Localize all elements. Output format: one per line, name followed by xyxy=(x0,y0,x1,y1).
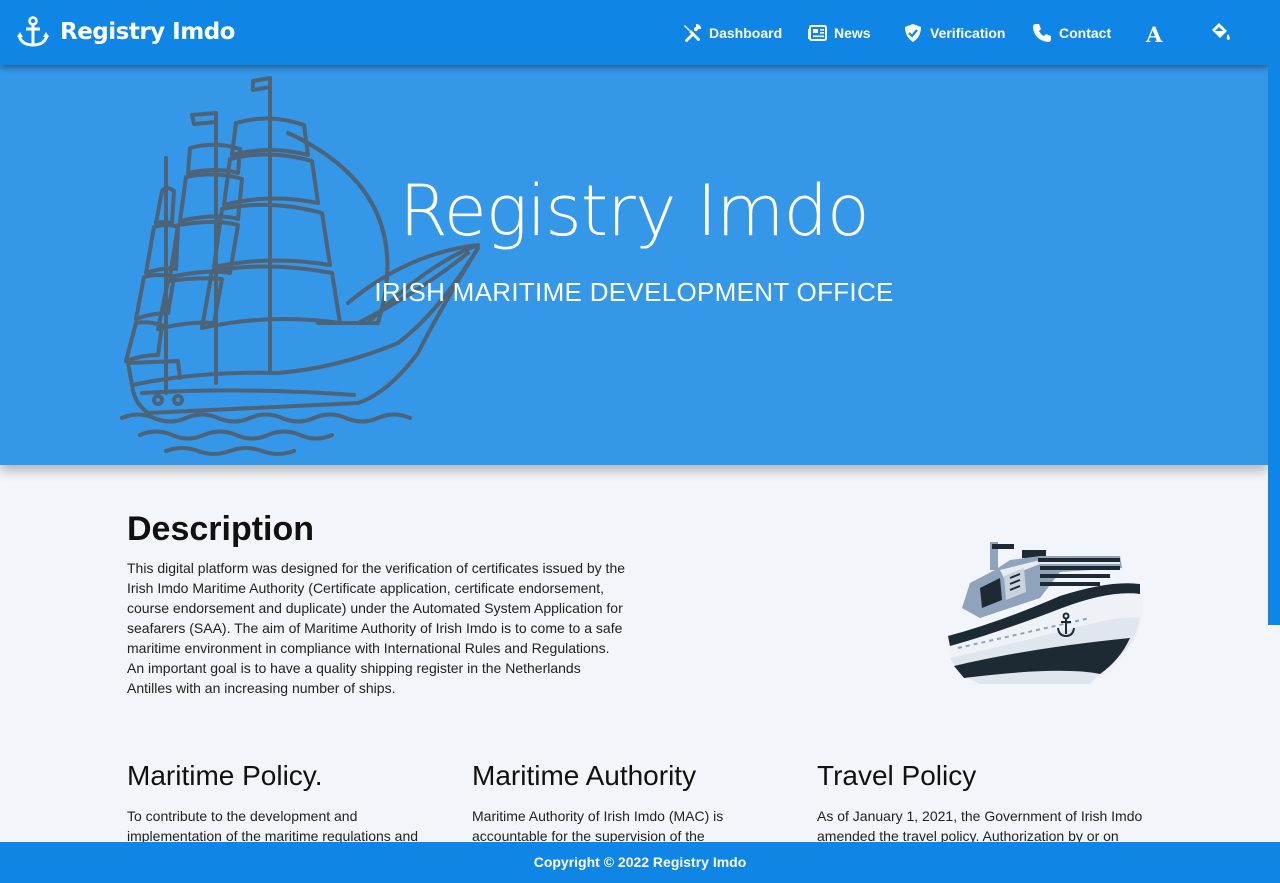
footer: Copyright © 2022 Registry Imdo xyxy=(0,842,1280,883)
nav-dashboard-label: Dashboard xyxy=(709,25,783,41)
travel-policy-section: Travel Policy As of January 1, 2021, the… xyxy=(817,760,1147,846)
hero-subtitle: IRISH MARITIME DEVELOPMENT OFFICE xyxy=(374,277,894,307)
travel-policy-text: As of January 1, 2021, the Government of… xyxy=(817,808,1143,844)
maritime-policy-title: Maritime Policy. xyxy=(127,760,323,791)
copyright-text: Copyright © 2022 Registry Imdo xyxy=(533,854,747,870)
nav-contact-label: Contact xyxy=(1059,25,1112,41)
vertical-scrollbar[interactable] xyxy=(1268,0,1280,842)
brand-link[interactable]: Registry Imdo xyxy=(16,16,235,48)
travel-policy-title: Travel Policy xyxy=(817,760,977,791)
description-text: This digital platform was designed for t… xyxy=(127,560,626,696)
nav-contact[interactable]: Contact xyxy=(1032,22,1111,44)
top-navbar: Registry Imdo Dashboard News Verificatio… xyxy=(0,0,1268,65)
description-title: Description xyxy=(127,510,315,548)
maritime-authority-text: Maritime Authority of Irish Imdo (MAC) i… xyxy=(472,808,724,844)
nav-news-label: News xyxy=(834,25,871,41)
maritime-authority-section: Maritime Authority Maritime Authority of… xyxy=(472,760,782,846)
nav-news[interactable]: News xyxy=(807,22,871,44)
maritime-policy-section: Maritime Policy. To contribute to the de… xyxy=(127,760,437,846)
nav-dashboard[interactable]: Dashboard xyxy=(682,22,782,44)
hero-title: Registry Imdo xyxy=(399,170,869,252)
nav-verification-label: Verification xyxy=(930,25,1006,41)
cruise-ship-illustration xyxy=(946,542,1144,684)
shield-check-icon xyxy=(905,24,921,42)
brand-title: Registry Imdo xyxy=(60,19,235,45)
font-toggle-button[interactable]: A xyxy=(1146,22,1162,47)
sailing-ship-illustration xyxy=(120,76,480,456)
newspaper-icon xyxy=(808,25,827,41)
maritime-authority-title: Maritime Authority xyxy=(472,760,697,791)
paint-bucket-icon[interactable] xyxy=(1209,22,1232,44)
tools-icon xyxy=(684,24,701,42)
phone-icon xyxy=(1033,24,1051,42)
nav-verification[interactable]: Verification xyxy=(903,22,1005,44)
hero-banner: Registry Imdo IRISH MARITIME DEVELOPMENT… xyxy=(0,65,1268,465)
maritime-policy-text: To contribute to the development and imp… xyxy=(127,808,419,844)
anchor-icon xyxy=(17,16,49,47)
scrollbar-thumb[interactable] xyxy=(1268,0,1280,625)
